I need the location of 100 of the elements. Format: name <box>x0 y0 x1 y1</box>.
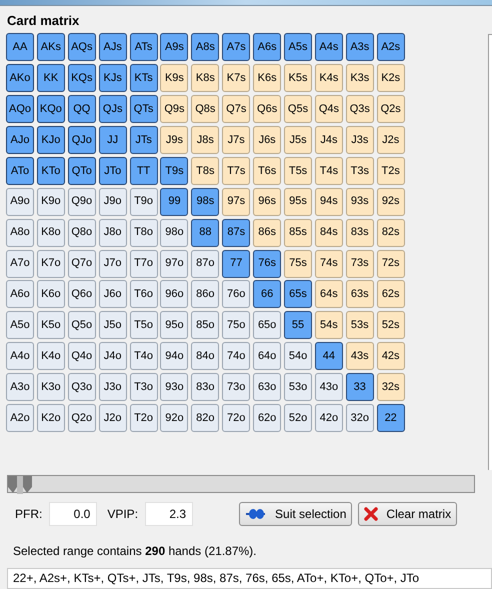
hand-cell[interactable]: Q5s <box>284 95 312 124</box>
hand-cell[interactable]: 55 <box>284 311 312 340</box>
hand-cell[interactable]: T9o <box>130 188 158 216</box>
hand-cell[interactable]: Q9o <box>68 188 96 216</box>
hand-cell[interactable]: K4s <box>314 64 343 92</box>
hand-cell[interactable]: AA <box>6 33 34 62</box>
hand-cell[interactable]: J9o <box>98 188 127 216</box>
hand-cell[interactable]: J7o <box>98 250 127 278</box>
hand-cell[interactable]: Q4s <box>314 95 343 124</box>
hand-cell[interactable]: 96o <box>160 280 188 308</box>
hand-cell[interactable]: 63o <box>253 373 282 402</box>
hand-cell[interactable]: 86o <box>191 280 220 308</box>
hand-cell[interactable]: A3s <box>346 33 374 62</box>
hand-cell[interactable]: J6s <box>253 126 282 154</box>
hand-cell[interactable]: J3o <box>98 373 127 402</box>
hand-cell[interactable]: T2o <box>130 404 158 432</box>
range-field[interactable]: 22+, A2s+, KTs+, QTs+, JTs, T9s, 98s, 87s, 76s, 65s, ATo+, KTo+, QTo+, JTo <box>7 568 492 589</box>
hand-cell[interactable]: Q6o <box>68 280 96 308</box>
hand-cell[interactable]: 94s <box>314 188 343 216</box>
hand-cell[interactable]: 84s <box>314 218 343 247</box>
hand-cell[interactable]: T4o <box>130 342 158 370</box>
hand-cell[interactable]: 95s <box>284 188 312 216</box>
hand-cell[interactable]: 73o <box>222 373 250 402</box>
hand-cell[interactable]: 75s <box>284 250 312 278</box>
hand-cell[interactable]: K6s <box>253 64 282 92</box>
hand-cell[interactable]: J5o <box>98 311 127 340</box>
hand-cell[interactable]: Q8s <box>191 95 220 124</box>
hand-cell[interactable]: 66 <box>253 280 282 308</box>
hand-cell[interactable]: T5s <box>284 156 312 185</box>
hand-cell[interactable]: Q2s <box>376 95 405 124</box>
hand-cell[interactable]: 76s <box>253 250 282 278</box>
hand-cell[interactable]: 42o <box>314 404 343 432</box>
hand-cell[interactable]: QTo <box>68 156 96 185</box>
hand-cell[interactable]: J8o <box>98 218 127 247</box>
hand-cell[interactable]: K8o <box>36 218 65 247</box>
hand-cell[interactable]: Q9s <box>160 95 188 124</box>
hand-cell[interactable]: AQs <box>68 33 96 62</box>
hand-cell[interactable]: 86s <box>253 218 282 247</box>
hand-cell[interactable]: A4s <box>314 33 343 62</box>
hand-cell[interactable]: KTs <box>130 64 158 92</box>
hand-cell[interactable]: 63s <box>346 280 374 308</box>
hand-cell[interactable]: 54s <box>314 311 343 340</box>
hand-cell[interactable]: KJo <box>36 126 65 154</box>
hand-cell[interactable]: 99 <box>160 188 188 216</box>
hand-cell[interactable]: 83s <box>346 218 374 247</box>
hand-cell[interactable]: 22 <box>376 404 405 432</box>
hand-cell[interactable]: K3s <box>346 64 374 92</box>
hand-cell[interactable]: 32s <box>376 373 405 402</box>
hand-cell[interactable]: KJs <box>98 64 127 92</box>
hand-cell[interactable]: J6o <box>98 280 127 308</box>
hand-cell[interactable]: 92s <box>376 188 405 216</box>
hand-cell[interactable]: Q7s <box>222 95 250 124</box>
hand-cell[interactable]: 43o <box>314 373 343 402</box>
hand-cell[interactable]: 64o <box>253 342 282 370</box>
hand-cell[interactable]: TT <box>130 156 158 185</box>
hand-cell[interactable]: AJs <box>98 33 127 62</box>
hand-cell[interactable]: A8s <box>191 33 220 62</box>
hand-cell[interactable]: 77 <box>222 250 250 278</box>
hand-cell[interactable]: 72s <box>376 250 405 278</box>
hand-cell[interactable]: 42s <box>376 342 405 370</box>
range-slider[interactable] <box>7 474 475 493</box>
hand-cell[interactable]: K2s <box>376 64 405 92</box>
hand-cell[interactable]: AJo <box>6 126 34 154</box>
hand-cell[interactable]: A5s <box>284 33 312 62</box>
number-field[interactable]: 2.3 <box>145 502 194 526</box>
hand-cell[interactable]: 53s <box>346 311 374 340</box>
hand-cell[interactable]: ATs <box>130 33 158 62</box>
hand-cell[interactable]: A2o <box>6 404 34 432</box>
hand-cell[interactable]: K6o <box>36 280 65 308</box>
hand-cell[interactable]: A9s <box>160 33 188 62</box>
hand-cell[interactable]: T8s <box>191 156 220 185</box>
toolbar-button[interactable]: Clear matrix <box>358 502 458 526</box>
hand-cell[interactable]: 85s <box>284 218 312 247</box>
hand-cell[interactable]: QJs <box>98 95 127 124</box>
hand-cell[interactable]: 93o <box>160 373 188 402</box>
hand-cell[interactable]: T2s <box>376 156 405 185</box>
hand-cell[interactable]: 82o <box>191 404 220 432</box>
slider-thumb[interactable] <box>8 476 32 494</box>
hand-cell[interactable]: 84o <box>191 342 220 370</box>
hand-cell[interactable]: K4o <box>36 342 65 370</box>
hand-cell[interactable]: A9o <box>6 188 34 216</box>
hand-cell[interactable]: K9o <box>36 188 65 216</box>
hand-cell[interactable]: 74s <box>314 250 343 278</box>
hand-cell[interactable]: J4s <box>314 126 343 154</box>
hand-cell[interactable]: T6o <box>130 280 158 308</box>
hand-cell[interactable]: 76o <box>222 280 250 308</box>
hand-cell[interactable]: 73s <box>346 250 374 278</box>
hand-cell[interactable]: J7s <box>222 126 250 154</box>
hand-cell[interactable]: A6o <box>6 280 34 308</box>
hand-cell[interactable]: 43s <box>346 342 374 370</box>
hand-cell[interactable]: 75o <box>222 311 250 340</box>
hand-cell[interactable]: J9s <box>160 126 188 154</box>
hand-cell[interactable]: 65o <box>253 311 282 340</box>
hand-cell[interactable]: J3s <box>346 126 374 154</box>
hand-cell[interactable]: 88 <box>191 218 220 247</box>
hand-cell[interactable]: QJo <box>68 126 96 154</box>
hand-cell[interactable]: AQo <box>6 95 34 124</box>
hand-cell[interactable]: 32o <box>346 404 374 432</box>
hand-cell[interactable]: T5o <box>130 311 158 340</box>
hand-cell[interactable]: J4o <box>98 342 127 370</box>
